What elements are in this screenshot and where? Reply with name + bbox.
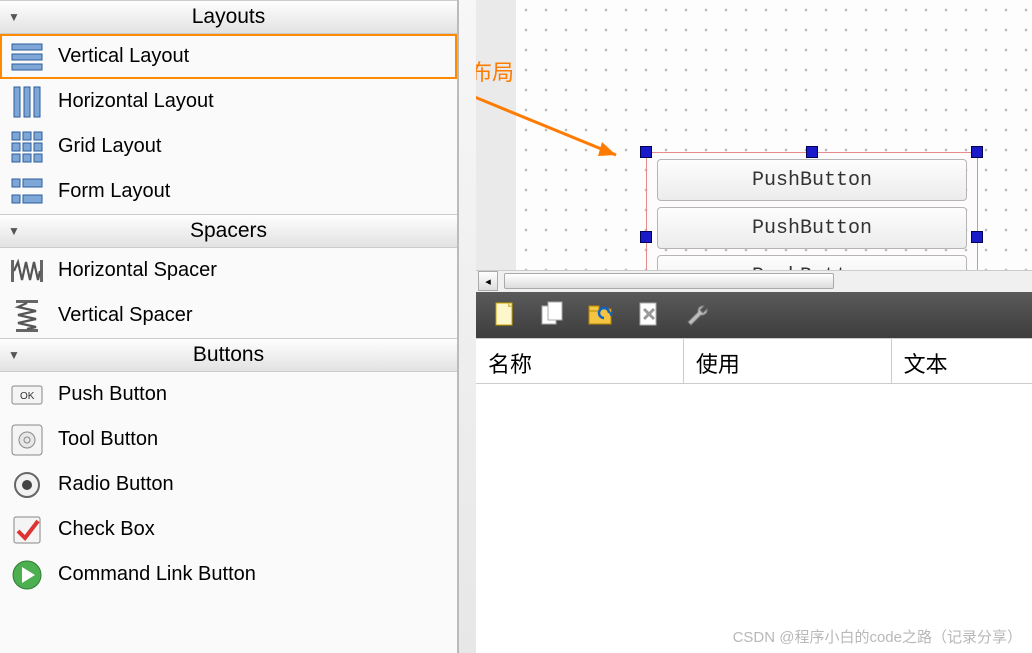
folder-refresh-icon[interactable]	[586, 300, 616, 330]
widget-item-push-button[interactable]: OK Push Button	[0, 372, 457, 417]
canvas-hscrollbar[interactable]: ◂	[476, 270, 1032, 292]
widget-item-grid-layout[interactable]: Grid Layout	[0, 124, 457, 169]
group-header-layouts[interactable]: ▼ Layouts	[0, 0, 457, 34]
group-title: Layouts	[192, 5, 266, 29]
column-header-name[interactable]: 名称	[476, 339, 684, 383]
selection-frame[interactable]: PushButton PushButton PushButton	[646, 152, 978, 270]
widget-item-label: Check Box	[58, 518, 155, 541]
push-button-icon: OK	[10, 378, 44, 412]
widget-item-label: Horizontal Layout	[58, 90, 214, 113]
chevron-down-icon: ▼	[8, 224, 20, 238]
group-header-spacers[interactable]: ▼ Spacers	[0, 214, 457, 248]
check-box-icon	[10, 513, 44, 547]
command-link-icon	[10, 558, 44, 592]
widget-item-tool-button[interactable]: Tool Button	[0, 417, 457, 462]
widget-item-horizontal-layout[interactable]: Horizontal Layout	[0, 79, 457, 124]
watermark-text: CSDN @程序小白的code之路（记录分享）	[733, 626, 1022, 647]
resize-handle-nw[interactable]	[640, 146, 652, 158]
wrench-icon[interactable]	[682, 300, 712, 330]
design-area: 垂直布局 PushButton PushButton PushButton	[476, 0, 1032, 653]
close-file-icon[interactable]	[634, 300, 664, 330]
svg-text:OK: OK	[20, 391, 35, 402]
new-file-icon[interactable]	[490, 300, 520, 330]
widget-item-label: Form Layout	[58, 180, 170, 203]
property-body	[476, 384, 1032, 653]
widget-box: ▼ Layouts Vertical Layout Horizontal Lay…	[0, 0, 458, 653]
action-toolbar	[476, 292, 1032, 338]
widget-item-label: Command Link Button	[58, 563, 256, 586]
widget-item-label: Grid Layout	[58, 135, 161, 158]
canvas-push-button[interactable]: PushButton	[657, 159, 967, 201]
widget-item-label: Vertical Layout	[58, 45, 189, 68]
vertical-spacer-icon	[10, 299, 44, 333]
vertical-layout-icon	[10, 40, 44, 74]
canvas-push-button[interactable]: PushButton	[657, 207, 967, 249]
resize-handle-ne[interactable]	[971, 146, 983, 158]
widget-item-label: Radio Button	[58, 473, 174, 496]
chevron-down-icon: ▼	[8, 10, 20, 24]
widget-item-cmdlink-button[interactable]: Command Link Button	[0, 552, 457, 597]
grid-layout-icon	[10, 130, 44, 164]
horizontal-layout-icon	[10, 85, 44, 119]
widget-item-form-layout[interactable]: Form Layout	[0, 169, 457, 214]
copy-file-icon[interactable]	[538, 300, 568, 330]
canvas-push-button[interactable]: PushButton	[657, 255, 967, 270]
group-title: Buttons	[193, 343, 264, 367]
scroll-left-icon[interactable]: ◂	[478, 271, 498, 291]
widget-item-vertical-spacer[interactable]: Vertical Spacer	[0, 293, 457, 338]
widget-item-radio-button[interactable]: Radio Button	[0, 462, 457, 507]
form-layout-icon	[10, 175, 44, 209]
canvas-wrap: 垂直布局 PushButton PushButton PushButton	[476, 0, 1032, 270]
property-header-row: 名称 使用 文本	[476, 338, 1032, 384]
widget-item-horizontal-spacer[interactable]: Horizontal Spacer	[0, 248, 457, 293]
group-title: Spacers	[190, 219, 267, 243]
radio-button-icon	[10, 468, 44, 502]
widgetbox-scroll-strip[interactable]	[458, 0, 476, 653]
widget-item-vertical-layout[interactable]: Vertical Layout	[0, 34, 457, 79]
horizontal-spacer-icon	[10, 254, 44, 288]
scroll-thumb[interactable]	[504, 273, 834, 289]
column-header-text[interactable]: 文本	[892, 339, 1032, 383]
widget-item-label: Vertical Spacer	[58, 304, 193, 327]
resize-handle-e[interactable]	[971, 231, 983, 243]
resize-handle-w[interactable]	[640, 231, 652, 243]
column-header-use[interactable]: 使用	[684, 339, 892, 383]
group-header-buttons[interactable]: ▼ Buttons	[0, 338, 457, 372]
widget-item-label: Horizontal Spacer	[58, 259, 217, 282]
chevron-down-icon: ▼	[8, 348, 20, 362]
widget-item-check-box[interactable]: Check Box	[0, 507, 457, 552]
annotation-arrow	[476, 70, 646, 180]
widget-item-label: Tool Button	[58, 428, 158, 451]
widget-item-label: Push Button	[58, 383, 167, 406]
resize-handle-n[interactable]	[806, 146, 818, 158]
tool-button-icon	[10, 423, 44, 457]
